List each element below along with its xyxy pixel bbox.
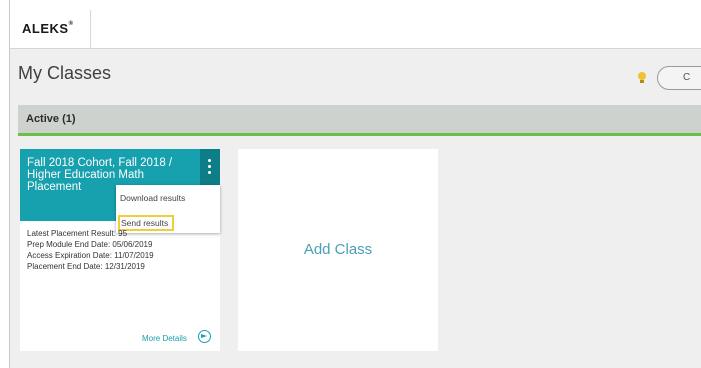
class-toggle-button[interactable]: C	[657, 66, 701, 90]
active-section-header: Active (1)	[18, 105, 701, 133]
toggle-label: C	[683, 72, 691, 83]
prep-module-end-date: Prep Module End Date: 05/06/2019	[27, 240, 153, 249]
class-options-menu: Download results Send results	[116, 185, 220, 233]
latest-placement-result: Latest Placement Result: 95	[27, 229, 128, 238]
lightbulb-icon[interactable]	[637, 71, 647, 85]
more-details-link[interactable]: More Details	[142, 334, 187, 343]
kebab-menu-icon[interactable]	[200, 149, 220, 185]
add-class-card[interactable]: Add Class	[238, 149, 438, 351]
section-underline	[18, 133, 701, 136]
main-content: My Classes C Active (1) Fall 2018 Cohort…	[10, 49, 701, 368]
top-bar: ALEKS®	[10, 10, 701, 49]
access-expiration-date: Access Expiration Date: 11/07/2019	[27, 251, 154, 260]
menu-item-download-results[interactable]: Download results	[120, 193, 185, 203]
page-title: My Classes	[18, 63, 112, 83]
class-card[interactable]: Fall 2018 Cohort, Fall 2018 / Higher Edu…	[20, 149, 220, 351]
placement-end-date: Placement End Date: 12/31/2019	[27, 262, 145, 271]
section-title: Active (1)	[26, 113, 76, 125]
logo-box[interactable]: ALEKS®	[10, 10, 91, 48]
aleks-logo[interactable]: ALEKS®	[22, 21, 73, 36]
add-class-label[interactable]: Add Class	[238, 241, 438, 258]
arrow-circle-right-icon[interactable]	[198, 330, 211, 343]
